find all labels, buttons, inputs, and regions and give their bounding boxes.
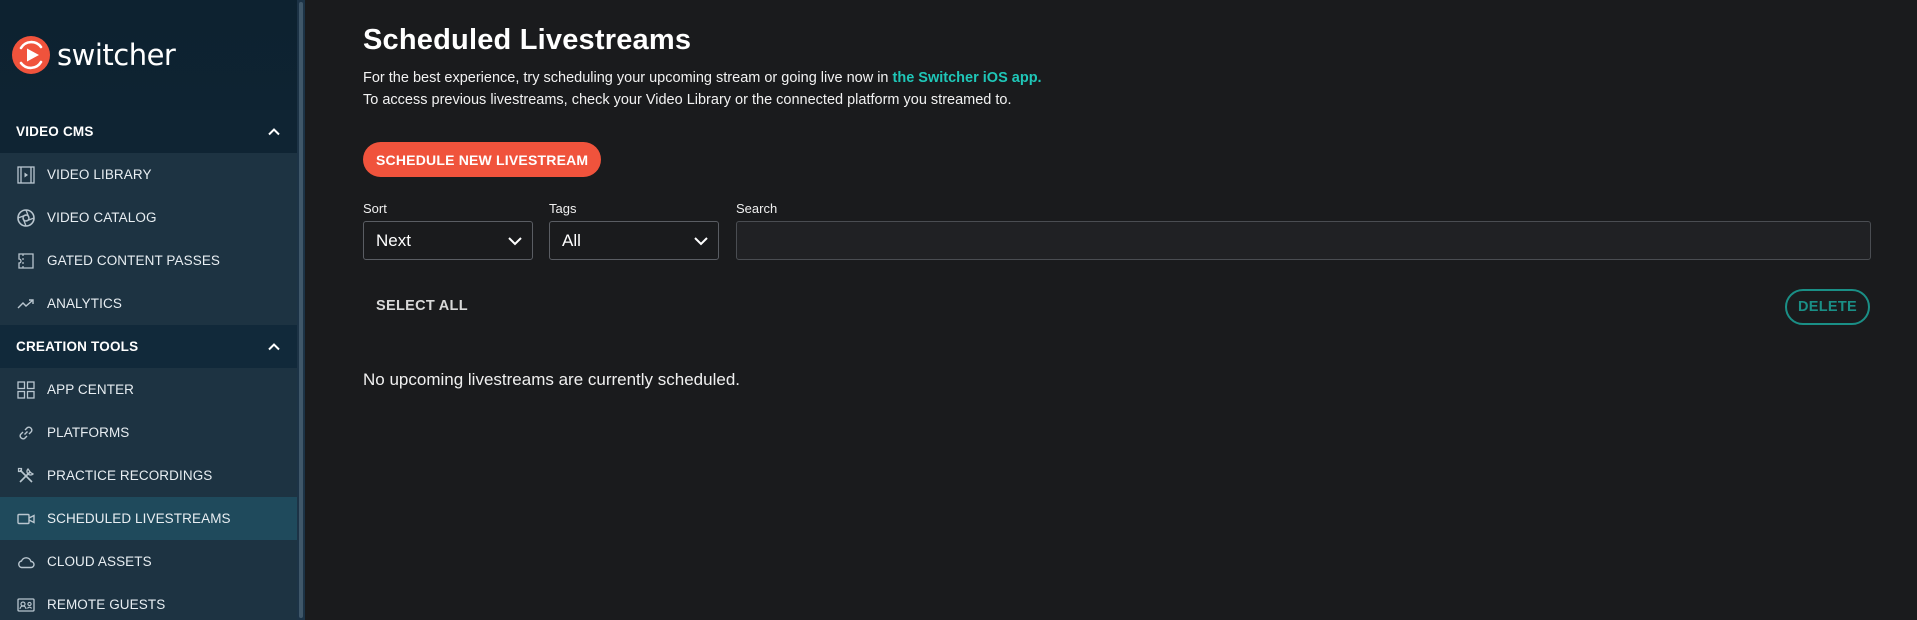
sidebar-item-label: CLOUD ASSETS bbox=[47, 554, 152, 569]
section-title: VIDEO CMS bbox=[16, 124, 94, 139]
section-video-cms[interactable]: VIDEO CMS bbox=[0, 110, 305, 153]
section-title: CREATION TOOLS bbox=[16, 339, 139, 354]
sidebar-scrollbar[interactable] bbox=[297, 0, 305, 620]
switcher-logo-icon bbox=[12, 36, 50, 74]
sidebar-item-label: REMOTE GUESTS bbox=[47, 597, 166, 612]
sort-select[interactable]: Next bbox=[363, 221, 533, 260]
sidebar-item-label: PLATFORMS bbox=[47, 425, 130, 440]
search-input[interactable] bbox=[736, 221, 1871, 260]
nav-group-creation-tools: APP CENTER PLATFORMS PRACTICE RECORDINGS… bbox=[0, 368, 305, 620]
page-title: Scheduled Livestreams bbox=[363, 24, 692, 56]
sidebar-item-video-catalog[interactable]: VIDEO CATALOG bbox=[0, 196, 305, 239]
switcher-logo[interactable]: switcher bbox=[0, 0, 305, 110]
select-all-button[interactable]: SELECT ALL bbox=[363, 289, 481, 323]
subtitle-line1: For the best experience, try scheduling … bbox=[363, 70, 893, 86]
subtitle-line2: To access previous livestreams, check yo… bbox=[363, 91, 1012, 108]
tools-icon bbox=[16, 466, 36, 486]
sidebar-item-platforms[interactable]: PLATFORMS bbox=[0, 411, 305, 454]
delete-button[interactable]: DELETE bbox=[1785, 289, 1870, 325]
film-icon bbox=[16, 165, 36, 185]
sidebar-item-label: PRACTICE RECORDINGS bbox=[47, 468, 213, 483]
sort-label: Sort bbox=[363, 201, 387, 216]
sidebar-content: switcher VIDEO CMS VIDEO LIBRARY VIDEO C… bbox=[0, 0, 305, 620]
chevron-up-icon[interactable] bbox=[267, 125, 281, 139]
sidebar-item-gated-content-passes[interactable]: GATED CONTENT PASSES bbox=[0, 239, 305, 282]
chevron-up-icon[interactable] bbox=[267, 340, 281, 354]
sidebar-item-scheduled-livestreams[interactable]: SCHEDULED LIVESTREAMS bbox=[0, 497, 305, 540]
aperture-icon bbox=[16, 208, 36, 228]
tags-value: All bbox=[562, 230, 581, 250]
sidebar-item-label: GATED CONTENT PASSES bbox=[47, 253, 221, 268]
grid-icon bbox=[16, 380, 36, 400]
sidebar-item-app-center[interactable]: APP CENTER bbox=[0, 368, 305, 411]
chevron-down-icon bbox=[694, 236, 708, 245]
trend-icon bbox=[16, 294, 36, 314]
sidebar-item-label: VIDEO LIBRARY bbox=[47, 167, 152, 182]
chevron-down-icon bbox=[508, 236, 522, 245]
tags-select[interactable]: All bbox=[549, 221, 719, 260]
brand-name: switcher bbox=[57, 38, 176, 72]
sidebar-item-remote-guests[interactable]: REMOTE GUESTS bbox=[0, 583, 305, 620]
sidebar-item-label: APP CENTER bbox=[47, 382, 135, 397]
tags-label: Tags bbox=[549, 201, 577, 216]
page-subtitle: For the best experience, try scheduling … bbox=[363, 68, 1042, 111]
cloud-icon bbox=[16, 552, 36, 572]
sidebar-item-label: ANALYTICS bbox=[47, 296, 122, 311]
main-content: Scheduled Livestreams For the best exper… bbox=[315, 0, 1917, 620]
sidebar-item-cloud-assets[interactable]: CLOUD ASSETS bbox=[0, 540, 305, 583]
nav-group-video-cms: VIDEO LIBRARY VIDEO CATALOG GATED CONTEN… bbox=[0, 153, 305, 325]
sidebar: switcher VIDEO CMS VIDEO LIBRARY VIDEO C… bbox=[0, 0, 305, 620]
ios-app-link[interactable]: the Switcher iOS app. bbox=[893, 70, 1042, 86]
sort-value: Next bbox=[376, 230, 411, 250]
empty-state-message: No upcoming livestreams are currently sc… bbox=[363, 370, 741, 389]
sidebar-item-label: VIDEO CATALOG bbox=[47, 210, 157, 225]
video-camera-icon bbox=[16, 509, 36, 529]
section-creation-tools[interactable]: CREATION TOOLS bbox=[0, 325, 305, 368]
sidebar-item-practice-recordings[interactable]: PRACTICE RECORDINGS bbox=[0, 454, 305, 497]
schedule-new-livestream-button[interactable]: SCHEDULE NEW LIVESTREAM bbox=[363, 142, 602, 177]
guests-icon bbox=[16, 595, 36, 615]
search-label: Search bbox=[736, 201, 778, 216]
ticket-icon bbox=[16, 251, 36, 271]
link-icon bbox=[16, 423, 36, 443]
sidebar-item-analytics[interactable]: ANALYTICS bbox=[0, 282, 305, 325]
sidebar-item-label: SCHEDULED LIVESTREAMS bbox=[47, 511, 231, 526]
sidebar-item-video-library[interactable]: VIDEO LIBRARY bbox=[0, 153, 305, 196]
